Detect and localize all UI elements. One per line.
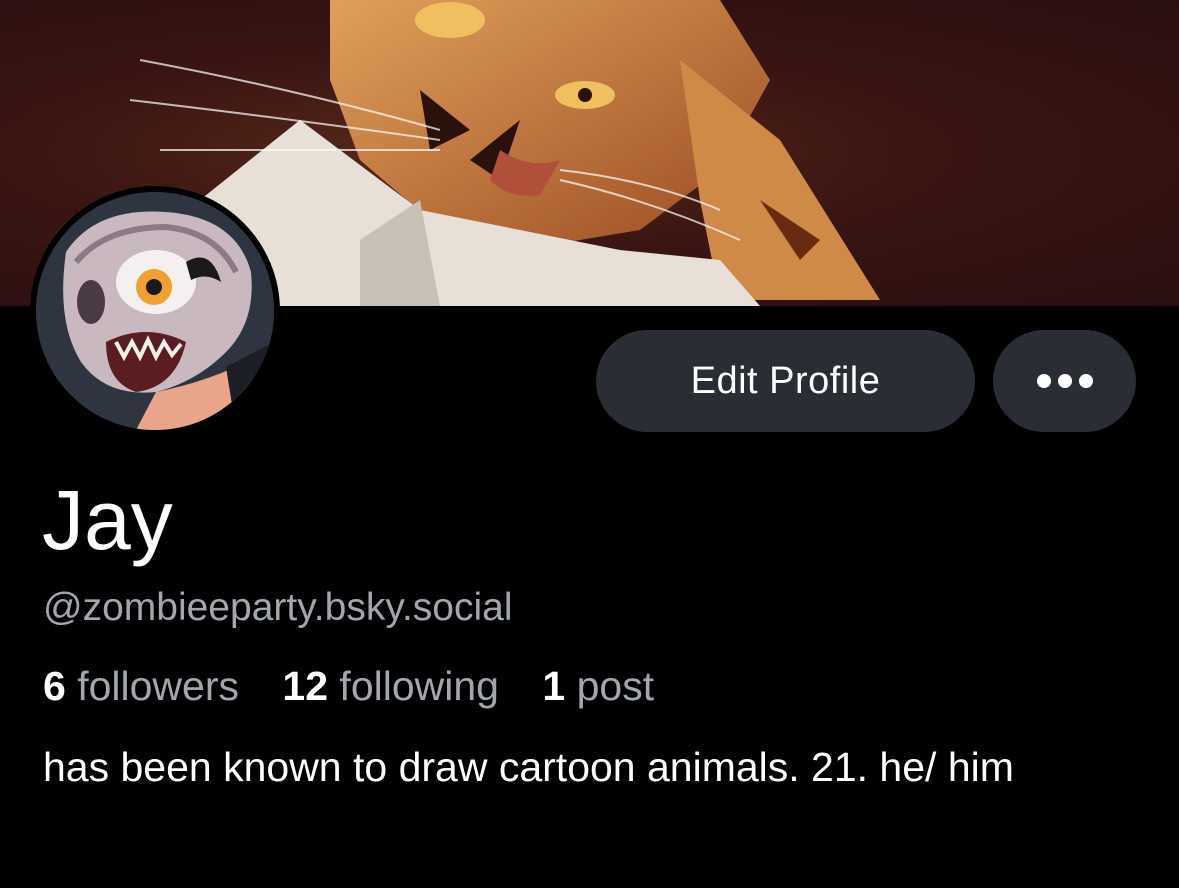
- followers-stat[interactable]: 6 followers: [43, 663, 250, 709]
- avatar-image: [36, 192, 274, 430]
- display-name: Jay: [42, 473, 173, 567]
- edit-profile-button[interactable]: Edit Profile: [596, 330, 975, 432]
- more-options-button[interactable]: [993, 330, 1136, 432]
- profile-bio: has been known to draw cartoon animals. …: [43, 744, 1014, 790]
- posts-stat: 1 post: [542, 663, 654, 709]
- profile-stats: 6 followers 12 following 1 post: [43, 666, 686, 707]
- following-count: 12: [282, 663, 329, 709]
- posts-count: 1: [542, 663, 566, 709]
- following-stat[interactable]: 12 following: [282, 663, 510, 709]
- followers-label: followers: [77, 663, 239, 709]
- ellipsis-icon: [1036, 374, 1093, 388]
- profile-handle: @zombieeparty.bsky.social: [43, 586, 513, 629]
- followers-count: 6: [43, 663, 66, 709]
- following-label: following: [339, 663, 499, 709]
- avatar[interactable]: [30, 186, 280, 436]
- posts-label: post: [576, 663, 655, 709]
